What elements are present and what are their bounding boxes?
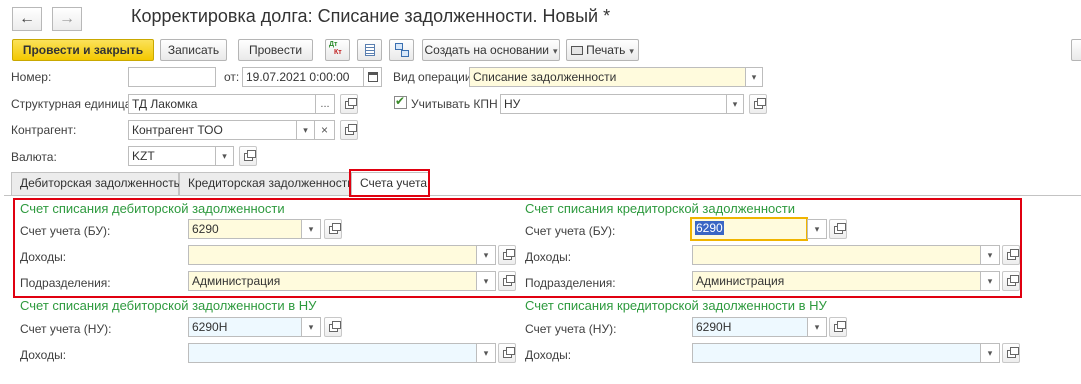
list-icon <box>365 44 375 56</box>
counterparty-label: Контрагент: <box>11 123 77 137</box>
tab-strip-line <box>4 195 1081 196</box>
tab-receivables[interactable]: Дебиторская задолженность <box>11 172 180 195</box>
currency-label: Валюта: <box>11 150 57 164</box>
credit-division-field[interactable]: Администрация <box>692 271 981 291</box>
debit-nu-account-dropdown[interactable]: ▾ <box>301 317 321 337</box>
more-button[interactable] <box>1071 39 1081 61</box>
debit-nu-account-field[interactable]: 6290Н <box>188 317 302 337</box>
debit-division-dropdown[interactable]: ▾ <box>476 271 496 291</box>
arrow-left-icon: ← <box>19 10 35 27</box>
page-title: Корректировка долга: Списание задолженно… <box>131 6 611 26</box>
credit-nu-income-field[interactable] <box>692 343 981 363</box>
debit-account-label: Счет учета (БУ): <box>20 224 111 238</box>
credit-section-title: Счет списания кредиторской задолженности <box>525 201 795 216</box>
debit-account-open-button[interactable] <box>324 219 342 239</box>
operation-dropdown[interactable]: ▾ <box>745 67 763 87</box>
number-label: Номер: <box>11 70 52 84</box>
credit-nu-income-open-button[interactable] <box>1002 343 1020 363</box>
selected-text: 6290 <box>695 221 724 235</box>
save-button[interactable]: Записать <box>160 39 227 61</box>
credit-nu-account-label: Счет учета (НУ): <box>525 322 617 336</box>
credit-nu-income-label: Доходы: <box>525 348 572 362</box>
printer-icon <box>571 46 584 56</box>
credit-nu-account-dropdown[interactable]: ▾ <box>807 317 827 337</box>
calendar-button[interactable] <box>363 67 382 87</box>
kpn-label: Учитывать КПН <box>411 97 498 111</box>
forward-button[interactable]: → <box>52 7 82 31</box>
counterparty-dropdown[interactable]: ▾ <box>296 120 315 140</box>
back-button[interactable]: ← <box>12 7 42 31</box>
structure-icon <box>395 43 403 50</box>
unit-select-button[interactable]: ... <box>315 94 335 114</box>
debit-section-title: Счет списания дебиторской задолженности <box>20 201 285 216</box>
post-and-close-button[interactable]: Провести и закрыть <box>12 39 154 61</box>
debit-nu-income-open-button[interactable] <box>498 343 516 363</box>
unit-label: Структурная единица: <box>11 97 135 111</box>
create-based-on-button[interactable]: Создать на основании ▾ <box>422 39 560 61</box>
kpn-open-button[interactable] <box>749 94 767 114</box>
currency-field[interactable]: KZT <box>128 146 216 166</box>
debit-income-dropdown[interactable]: ▾ <box>476 245 496 265</box>
counterparty-open-button[interactable] <box>340 120 358 140</box>
operation-label: Вид операции: <box>393 70 475 84</box>
calendar-icon <box>368 72 378 82</box>
credit-income-field[interactable] <box>692 245 981 265</box>
credit-account-dropdown[interactable]: ▾ <box>807 219 827 239</box>
tab-highlight-frame <box>349 169 430 197</box>
date-field[interactable]: 19.07.2021 0:00:00 <box>242 67 364 87</box>
dt-kt-button[interactable]: Дт Кт <box>325 39 350 61</box>
debit-account-field[interactable]: 6290 <box>188 219 302 239</box>
credit-income-open-button[interactable] <box>1002 245 1020 265</box>
credit-income-dropdown[interactable]: ▾ <box>980 245 1000 265</box>
debit-division-field[interactable]: Администрация <box>188 271 477 291</box>
credit-division-dropdown[interactable]: ▾ <box>980 271 1000 291</box>
debit-division-label: Подразделения: <box>20 276 111 290</box>
arrow-right-icon: → <box>59 10 75 27</box>
debit-nu-income-label: Доходы: <box>20 348 67 362</box>
currency-open-button[interactable] <box>239 146 257 166</box>
debit-account-dropdown[interactable]: ▾ <box>301 219 321 239</box>
debit-income-field[interactable] <box>188 245 477 265</box>
tab-payables[interactable]: Кредиторская задолженность <box>179 172 353 195</box>
currency-dropdown[interactable]: ▾ <box>215 146 234 166</box>
date-label: от: <box>224 70 240 84</box>
number-field[interactable] <box>128 67 216 87</box>
credit-account-label: Счет учета (БУ): <box>525 224 616 238</box>
debit-nu-income-field[interactable] <box>188 343 477 363</box>
credit-nu-account-open-button[interactable] <box>829 317 847 337</box>
credit-nu-section-title: Счет списания кредиторской задолженности… <box>525 298 827 313</box>
debit-nu-account-open-button[interactable] <box>324 317 342 337</box>
list-button[interactable] <box>357 39 382 61</box>
debit-income-open-button[interactable] <box>498 245 516 265</box>
credit-division-open-button[interactable] <box>1002 271 1020 291</box>
unit-open-button[interactable] <box>340 94 358 114</box>
kpn-dropdown[interactable]: ▾ <box>726 94 744 114</box>
debit-nu-account-label: Счет учета (НУ): <box>20 322 112 336</box>
kpn-checkbox[interactable]: ✔ <box>394 94 407 109</box>
post-button[interactable]: Провести <box>238 39 313 61</box>
print-button[interactable]: Печать ▾ <box>566 39 639 61</box>
kpn-field[interactable]: НУ <box>500 94 727 114</box>
debit-nu-income-dropdown[interactable]: ▾ <box>476 343 496 363</box>
chevron-down-icon: ▾ <box>552 46 558 56</box>
counterparty-clear-button[interactable]: × <box>314 120 335 140</box>
dt-kt-icon: Дт Кт <box>329 41 342 56</box>
credit-income-label: Доходы: <box>525 250 572 264</box>
chevron-down-icon: ▾ <box>629 46 634 56</box>
structure-button[interactable] <box>389 39 414 61</box>
credit-account-field[interactable]: 6290 <box>690 217 808 241</box>
credit-nu-account-field[interactable]: 6290Н <box>692 317 808 337</box>
debit-income-label: Доходы: <box>20 250 67 264</box>
debit-division-open-button[interactable] <box>498 271 516 291</box>
unit-field[interactable]: ТД Лакомка <box>128 94 316 114</box>
credit-nu-income-dropdown[interactable]: ▾ <box>980 343 1000 363</box>
check-icon: ✔ <box>395 94 406 108</box>
operation-field[interactable]: Списание задолженности <box>469 67 746 87</box>
counterparty-field[interactable]: Контрагент ТОО <box>128 120 297 140</box>
credit-division-label: Подразделения: <box>525 276 616 290</box>
debit-nu-section-title: Счет списания дебиторской задолженности … <box>20 298 317 313</box>
credit-account-open-button[interactable] <box>829 219 847 239</box>
